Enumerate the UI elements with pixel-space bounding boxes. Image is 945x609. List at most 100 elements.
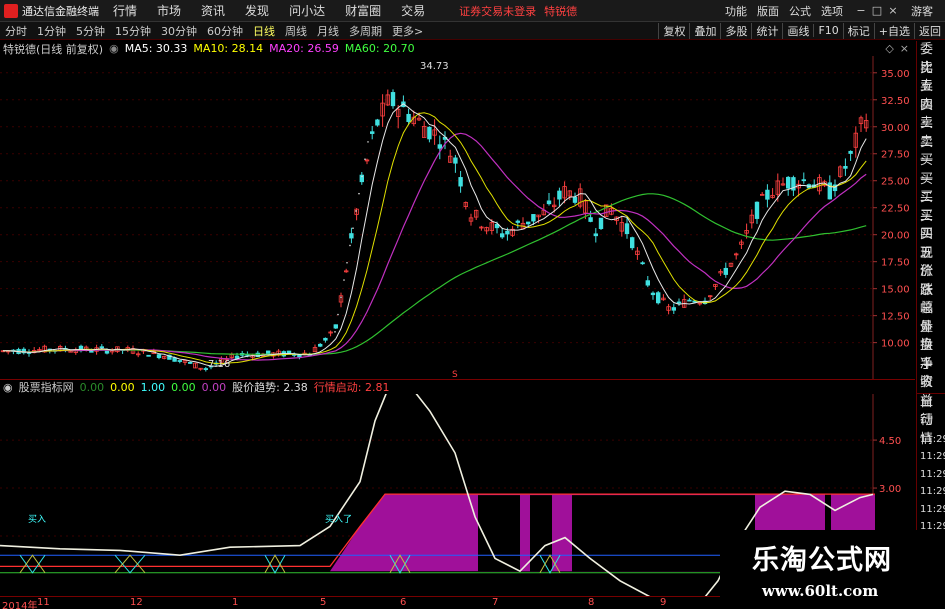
- period-more[interactable]: 更多>: [387, 23, 428, 39]
- panel-field-4: 卖二: [920, 116, 934, 150]
- high-annotation: 34.73: [420, 61, 449, 72]
- signal-dot: [349, 244, 351, 247]
- tool-fuquan[interactable]: 复权: [658, 22, 689, 39]
- signal-dot: [337, 313, 339, 316]
- kline-chart[interactable]: 35.00 32.50 30.00 27.50 25.00 22.50 20.00 17.50…: [0, 56, 915, 379]
- fill-bar-0: [520, 495, 530, 572]
- period-5min[interactable]: 5分钟: [71, 23, 110, 39]
- candle-body: [406, 113, 411, 122]
- ma-info-bar: 特锐德(日线 前复权) ◉ MA5: 30.33 MA10: 28.14 MA2…: [0, 41, 915, 56]
- panel-tab-1[interactable]: 行情: [917, 412, 945, 447]
- trade-time-2: 11:29: [920, 468, 945, 480]
- tool-diejia[interactable]: 叠加: [689, 22, 720, 39]
- candle-body: [687, 299, 692, 302]
- date-label-9: 9: [660, 597, 667, 608]
- indicator-name[interactable]: 股票指标网: [19, 379, 74, 395]
- candle-body: [624, 223, 630, 235]
- panel-field-8: 买三: [920, 190, 934, 224]
- indicator-v2: 1.00: [140, 380, 166, 394]
- panel-field-1: 卖五: [920, 60, 934, 95]
- tool-tongji[interactable]: 统计: [751, 22, 782, 39]
- panel-field-17: 净资: [920, 356, 934, 391]
- indicator-v1: 0.00: [110, 380, 135, 394]
- watermark-url: www.60lt.com: [762, 582, 879, 600]
- menu-caifuquan[interactable]: 财富圈: [345, 2, 381, 19]
- panel-tab-0[interactable]: 自动: [917, 394, 945, 429]
- tool-duogu[interactable]: 多股: [720, 22, 751, 39]
- close-icon[interactable]: ×: [885, 4, 901, 17]
- price-label-8: 15.00: [881, 285, 910, 296]
- band-cross2-2: [264, 554, 286, 574]
- period-week[interactable]: 周线: [280, 23, 312, 39]
- band-cross2-1: [114, 554, 146, 574]
- menu-jiaoyi[interactable]: 交易: [401, 2, 425, 19]
- main-price-axis: 35.00 32.50 30.00 27.50 25.00 22.50 20.00 17.50…: [873, 69, 910, 350]
- candle-body: [723, 267, 728, 275]
- candle-body: [630, 237, 635, 249]
- price-label-3: 27.50: [881, 150, 910, 161]
- buy-label-a: 买入: [28, 514, 46, 525]
- menu-faxian[interactable]: 发现: [245, 2, 269, 19]
- menu-gongneng[interactable]: 功能: [725, 3, 747, 19]
- period-30min[interactable]: 30分钟: [156, 23, 202, 39]
- close-pane-icon[interactable]: ×: [900, 42, 909, 55]
- menu-shichang[interactable]: 市场: [157, 2, 181, 19]
- candle-body: [848, 150, 853, 154]
- low-annotation: 7.16: [208, 359, 230, 370]
- candle-body: [557, 190, 562, 200]
- app-title: 通达信金融终端: [22, 4, 99, 18]
- price-label-6: 20.00: [881, 231, 910, 242]
- panel-field-12: 涨跌: [920, 264, 934, 298]
- login-notice[interactable]: 证券交易未登录: [459, 3, 536, 19]
- minimize-icon[interactable]: −: [853, 4, 869, 17]
- candle-body: [156, 354, 162, 359]
- tool-biaoji[interactable]: 标记: [842, 22, 874, 39]
- price-label-4: 25.00: [881, 177, 910, 188]
- guest-button[interactable]: 游客: [911, 3, 933, 19]
- period-15min[interactable]: 15分钟: [110, 23, 156, 39]
- date-label-5: 5: [320, 597, 327, 608]
- tool-f10[interactable]: F10: [813, 24, 842, 37]
- tool-zixuan[interactable]: +自选: [873, 22, 914, 39]
- candle-body: [333, 324, 338, 329]
- candle-body: [427, 126, 432, 140]
- candle-body: [546, 200, 552, 205]
- signal-dot: [340, 296, 342, 299]
- menu-zixun[interactable]: 资讯: [201, 2, 225, 19]
- candle-body: [598, 217, 604, 229]
- period-60min[interactable]: 60分钟: [202, 23, 248, 39]
- period-month[interactable]: 月线: [312, 23, 344, 39]
- candle-body: [754, 201, 760, 219]
- trade-time-4: 11:29: [920, 503, 945, 515]
- menu-gongshi[interactable]: 公式: [789, 3, 811, 19]
- tool-fanhui[interactable]: 返回: [914, 22, 945, 39]
- signal-dot: [343, 279, 345, 281]
- main-chart-gridlines: [0, 56, 874, 379]
- period-multi[interactable]: 多周期: [344, 23, 387, 39]
- panel-field-3: 卖三: [920, 97, 934, 132]
- menu-banmian[interactable]: 版面: [757, 3, 779, 19]
- indicator-axis: 4.503.001.50: [873, 436, 901, 543]
- date-label-year: 2014年: [2, 601, 38, 609]
- fill-gap-1: [530, 495, 552, 572]
- eye-icon[interactable]: ◉: [109, 42, 119, 55]
- watermark: 乐淘公式网 www.60lt.com: [720, 530, 945, 609]
- period-day[interactable]: 日线: [248, 23, 280, 39]
- candle-body: [499, 233, 505, 238]
- maximize-icon[interactable]: □: [869, 4, 885, 17]
- menu-xuanxiang[interactable]: 选项: [821, 3, 843, 19]
- menu-hangqing[interactable]: 行情: [113, 2, 137, 19]
- settings-diamond-icon[interactable]: ◇: [885, 42, 893, 55]
- tool-huaxian[interactable]: 画线: [782, 22, 813, 39]
- price-label-5: 22.50: [881, 204, 910, 215]
- candle-body: [531, 214, 536, 222]
- period-fenshi[interactable]: 分时: [0, 23, 32, 39]
- ma10-value: MA10: 28.14: [193, 42, 264, 55]
- indicator-eye-icon[interactable]: ◉: [3, 381, 13, 394]
- menu-wenxiaoda[interactable]: 问小达: [289, 2, 325, 19]
- candle-body: [375, 119, 380, 126]
- candle-body: [650, 292, 656, 296]
- period-1min[interactable]: 1分钟: [32, 23, 71, 39]
- trade-time-0: 11:29: [920, 433, 945, 445]
- candle-body: [390, 92, 396, 107]
